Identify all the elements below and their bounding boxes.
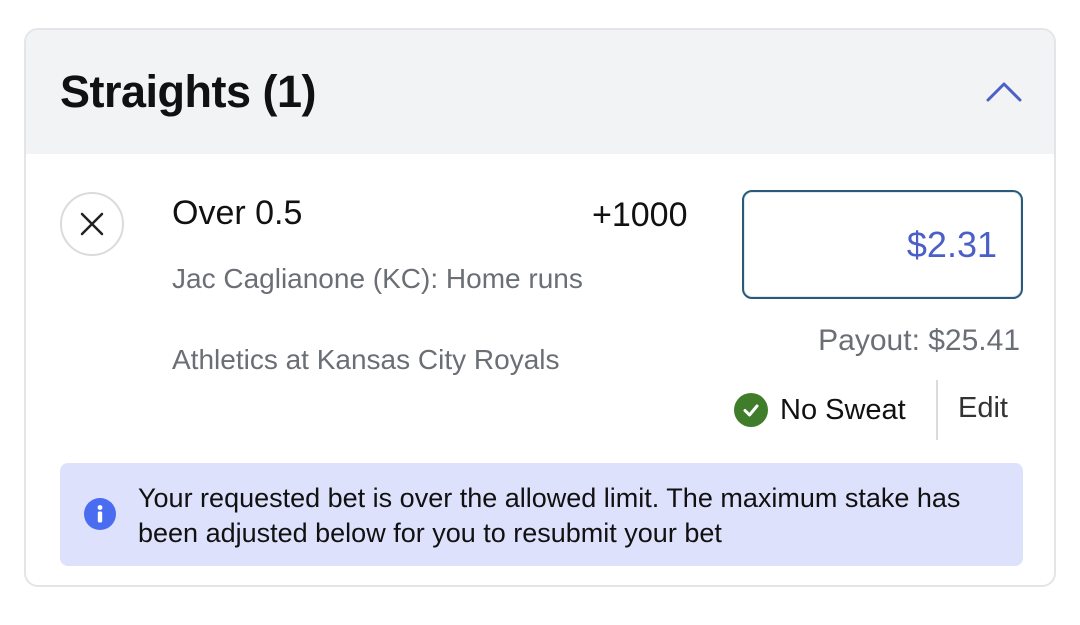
- bet-event-name: Athletics at Kansas City Royals: [172, 344, 560, 375]
- bet-odds: +1000: [592, 196, 688, 234]
- no-sweat-label: No Sweat: [780, 393, 906, 426]
- chevron-up-icon[interactable]: [982, 70, 1026, 114]
- remove-bet-button[interactable]: [60, 192, 124, 256]
- no-sweat-promo: No Sweat: [734, 392, 906, 428]
- payout-amount: Payout: $25.41: [818, 324, 1020, 357]
- edit-promo-button[interactable]: Edit: [958, 392, 1008, 425]
- close-icon: [80, 212, 104, 236]
- stake-input[interactable]: [742, 190, 1023, 299]
- section-title: Straights (1): [60, 66, 317, 117]
- check-circle-icon: [734, 393, 768, 427]
- vertical-divider: [936, 380, 938, 440]
- limit-alert-banner: Your requested bet is over the allowed l…: [60, 463, 1023, 566]
- info-icon: [84, 498, 116, 530]
- bet-market-description: Jac Caglianone (KC): Home runs: [172, 263, 583, 294]
- limit-alert-message: Your requested bet is over the allowed l…: [138, 483, 961, 548]
- bet-selection-title: Over 0.5: [172, 194, 303, 232]
- betslip-card: Straights (1) Over 0.5 +1000 Jac Caglian…: [24, 28, 1056, 587]
- straights-header[interactable]: Straights (1): [26, 30, 1054, 154]
